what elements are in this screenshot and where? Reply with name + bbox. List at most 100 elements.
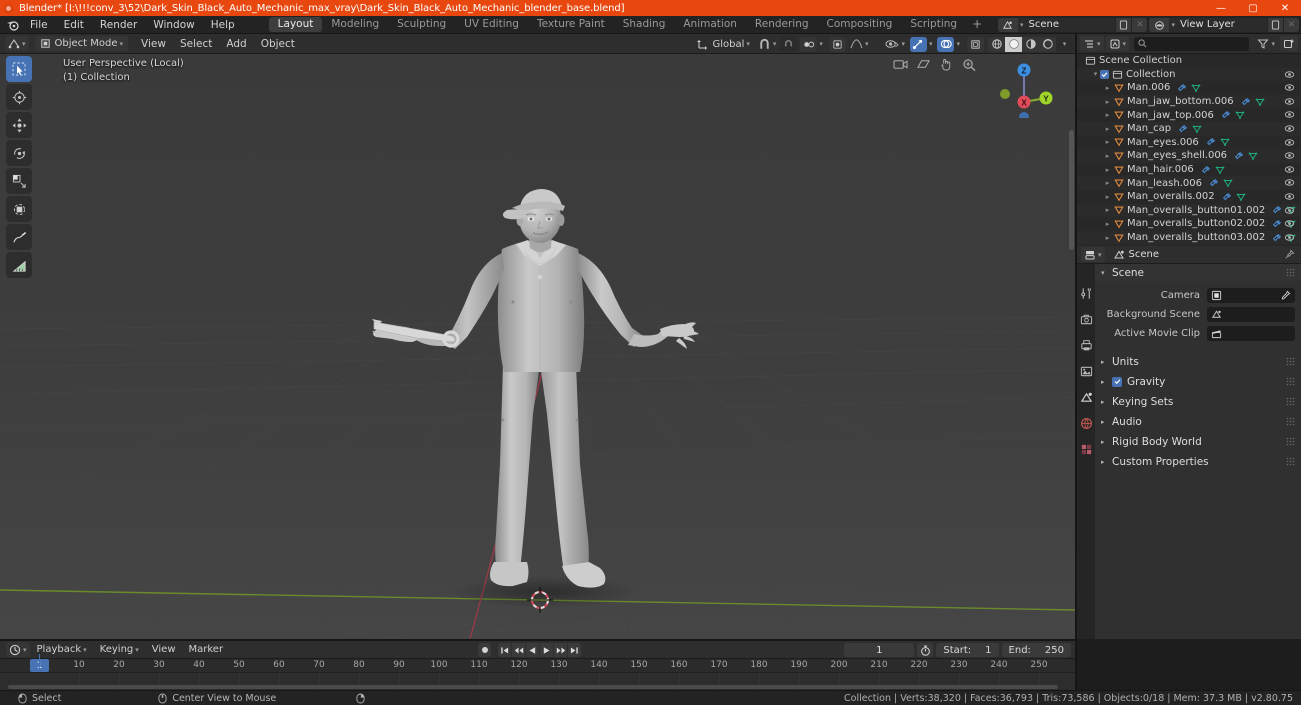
- properties-tab-output[interactable]: [1078, 338, 1094, 353]
- toggle-camera-view-icon[interactable]: [892, 56, 909, 73]
- jump-to-start-button[interactable]: [498, 643, 511, 657]
- mesh-data-icon[interactable]: [1191, 83, 1201, 93]
- visibility-eye-icon[interactable]: [1284, 177, 1295, 188]
- frame-range-end[interactable]: End: 250: [1001, 643, 1071, 657]
- pin-icon[interactable]: [1284, 249, 1295, 260]
- visibility-selector[interactable]: ▾: [883, 37, 907, 52]
- outliner-display-mode-selector[interactable]: ▾: [1105, 36, 1130, 51]
- modifier-icon[interactable]: [1234, 151, 1244, 161]
- timeline-menu-marker[interactable]: Marker: [183, 641, 230, 659]
- proportional-editing-toggle[interactable]: ▾: [798, 36, 825, 52]
- outliner-row-collection[interactable]: ▾ Collection: [1077, 67, 1301, 82]
- viewport-menu-object[interactable]: Object: [254, 35, 302, 53]
- gizmo-icon[interactable]: [909, 36, 927, 52]
- pivot-icon[interactable]: [828, 36, 846, 52]
- falloff-selector[interactable]: ▾: [847, 37, 872, 52]
- collection-checkbox[interactable]: [1100, 69, 1109, 79]
- remove-view-layer-button[interactable]: ✕: [1283, 18, 1299, 32]
- play-reverse-button[interactable]: [526, 643, 539, 657]
- viewport-canvas[interactable]: [0, 34, 1075, 639]
- menu-edit[interactable]: Edit: [56, 16, 92, 34]
- blender-logo-icon[interactable]: [4, 17, 22, 33]
- modifier-icon[interactable]: [1241, 97, 1251, 107]
- modifier-icon[interactable]: [1177, 83, 1187, 93]
- rendered-shading-button[interactable]: [1039, 36, 1056, 52]
- add-workspace-button[interactable]: +: [966, 17, 988, 32]
- 3d-viewport[interactable]: ▾ Object Mode ▾ View Select Add Object G…: [0, 34, 1075, 639]
- timeline-editor-type-icon[interactable]: ▾: [6, 642, 30, 657]
- wireframe-shading-button[interactable]: [988, 36, 1005, 52]
- outliner-editor[interactable]: ▾ ▾ ▾ Scene Collection ▾ Collection ▸ Ma…: [1077, 34, 1301, 246]
- panel-units[interactable]: ▸ Units: [1095, 353, 1301, 370]
- outliner-row-object[interactable]: ▸ Man_overalls.002: [1077, 190, 1301, 204]
- visibility-eye-icon[interactable]: [1284, 232, 1295, 243]
- camera-datablock-input[interactable]: [1207, 288, 1295, 303]
- current-frame-input[interactable]: 1: [844, 643, 915, 657]
- outliner-search-input[interactable]: [1134, 36, 1250, 51]
- viewport-axis-gizmo[interactable]: Z Y X: [985, 48, 1055, 118]
- visibility-eye-icon[interactable]: [1284, 218, 1295, 229]
- disclosure-triangle-icon[interactable]: ▸: [1103, 98, 1112, 106]
- auto-keying-button[interactable]: [917, 643, 934, 657]
- disclosure-triangle-icon[interactable]: ▸: [1103, 166, 1112, 174]
- viewport-menu-view[interactable]: View: [134, 35, 173, 53]
- jump-to-end-button[interactable]: [568, 643, 581, 657]
- zoom-view-icon[interactable]: [961, 56, 978, 73]
- workspace-tab-texture-paint[interactable]: Texture Paint: [528, 17, 614, 32]
- outliner-row-object[interactable]: ▸ Man_eyes.006: [1077, 136, 1301, 150]
- eyedropper-icon[interactable]: [1280, 290, 1291, 301]
- unlink-scene-button[interactable]: ✕: [1131, 18, 1148, 32]
- outliner-row-object[interactable]: ▸ Man_jaw_bottom.006: [1077, 94, 1301, 109]
- view-layer-selector[interactable]: ▾ View Layer ✕: [1149, 18, 1299, 32]
- previous-keyframe-button[interactable]: [512, 643, 525, 657]
- properties-tab-scene[interactable]: [1078, 390, 1094, 405]
- modifier-icon[interactable]: [1201, 165, 1211, 175]
- workspace-tab-layout[interactable]: Layout: [268, 17, 323, 32]
- annotate-tool-button[interactable]: [6, 224, 32, 250]
- visibility-eye-icon[interactable]: [1284, 205, 1295, 216]
- outliner-row-object[interactable]: ▸ Man_eyes_shell.006: [1077, 149, 1301, 163]
- properties-tab-render[interactable]: [1078, 312, 1094, 327]
- modifier-icon[interactable]: [1272, 219, 1282, 229]
- mesh-data-icon[interactable]: [1248, 151, 1258, 161]
- disclosure-triangle-icon[interactable]: ▸: [1103, 111, 1112, 119]
- mesh-data-icon[interactable]: [1235, 110, 1245, 120]
- timeline-track-area[interactable]: [0, 673, 1075, 690]
- mesh-data-icon[interactable]: [1215, 165, 1225, 175]
- menu-render[interactable]: Render: [92, 16, 145, 34]
- close-button[interactable]: ✕: [1269, 0, 1301, 16]
- move-view-icon[interactable]: [938, 56, 955, 73]
- timeline-menu-view[interactable]: View: [146, 641, 182, 659]
- xray-icon[interactable]: [967, 36, 984, 52]
- visibility-eye-icon[interactable]: [1284, 164, 1295, 175]
- visibility-eye-icon[interactable]: [1284, 137, 1295, 148]
- gizmo-toggle[interactable]: ▾: [908, 36, 935, 52]
- outliner-row-scene-collection[interactable]: Scene Collection: [1077, 54, 1301, 68]
- outliner-row-object[interactable]: ▸ Man_cap: [1077, 121, 1301, 136]
- new-scene-button[interactable]: [1115, 18, 1132, 32]
- outliner-row-object[interactable]: ▸ Man_hair.006: [1077, 163, 1301, 177]
- workspace-tab-animation[interactable]: Animation: [674, 17, 746, 32]
- panel-audio[interactable]: ▸ Audio: [1095, 413, 1301, 430]
- disclosure-triangle-icon[interactable]: ▸: [1103, 152, 1112, 160]
- editor-type-3dview-icon[interactable]: ▾: [5, 36, 29, 51]
- panel-gravity[interactable]: ▸ Gravity: [1095, 373, 1301, 390]
- pivot-point-selector[interactable]: [828, 36, 846, 52]
- rotate-tool-button[interactable]: [6, 140, 32, 166]
- visibility-eye-icon[interactable]: [1284, 69, 1295, 80]
- outliner-row-object[interactable]: ▸ Man.006: [1077, 81, 1301, 95]
- modifier-icon[interactable]: [1206, 137, 1216, 147]
- disclosure-triangle-icon[interactable]: ▸: [1103, 138, 1112, 146]
- menu-file[interactable]: File: [22, 16, 56, 34]
- properties-tab-texture[interactable]: [1078, 442, 1094, 457]
- visibility-eye-icon[interactable]: [1284, 191, 1295, 202]
- visibility-eye-icon[interactable]: [1284, 123, 1295, 134]
- disclosure-triangle-icon[interactable]: ▸: [1103, 125, 1112, 133]
- workspace-tab-shading[interactable]: Shading: [614, 17, 675, 32]
- workspace-tab-compositing[interactable]: Compositing: [818, 17, 902, 32]
- object-mode-selector[interactable]: Object Mode ▾: [34, 36, 129, 51]
- outliner-row-object[interactable]: ▸ Man_jaw_top.006: [1077, 108, 1301, 122]
- toggle-orthographic-icon[interactable]: [915, 56, 932, 73]
- workspace-tab-sculpting[interactable]: Sculpting: [388, 17, 455, 32]
- viewport-menu-add[interactable]: Add: [219, 35, 253, 53]
